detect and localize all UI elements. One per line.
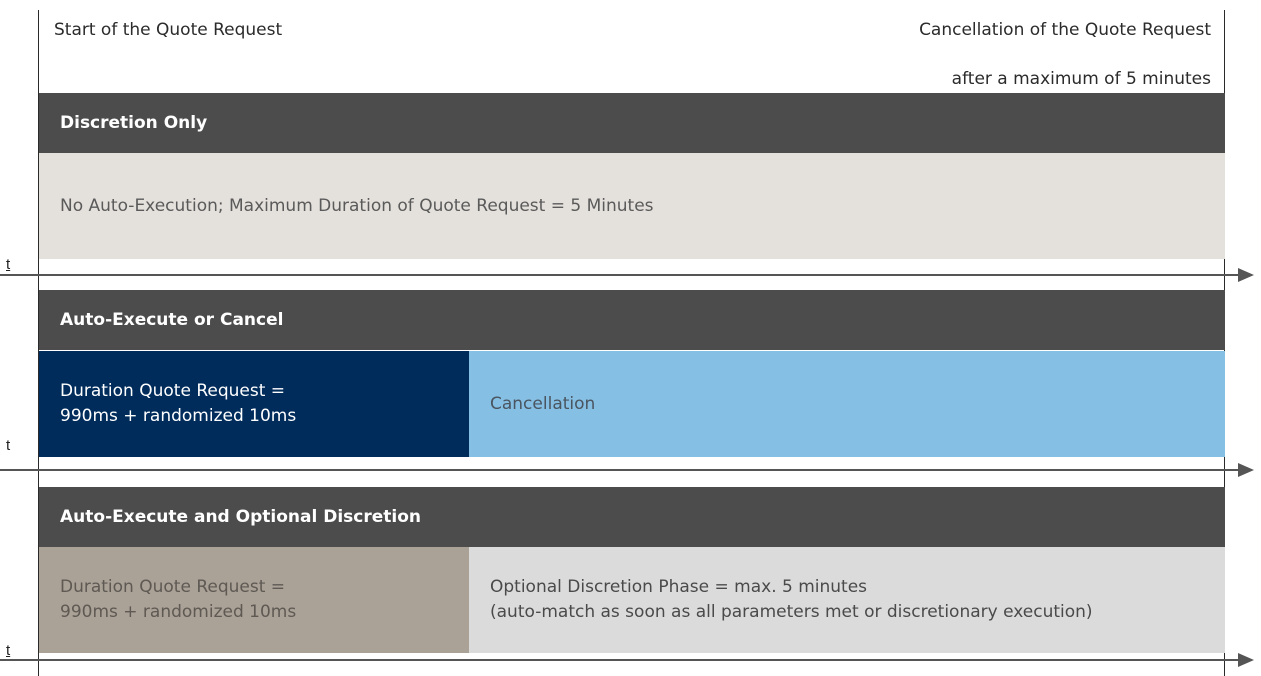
cancellation-block: Cancellation (469, 351, 1225, 457)
block-text-line: (auto-match as soon as all parameters me… (490, 602, 1093, 622)
time-axis-label: t (6, 437, 11, 454)
cancellation-caption: Cancellation of the Quote Request (919, 20, 1211, 40)
time-axis-line (0, 659, 1238, 661)
section-title: Discretion Only (60, 113, 208, 133)
block-text-line: Duration Quote Request = (60, 381, 286, 401)
section-title: Auto-Execute and Optional Discretion (60, 507, 422, 527)
cancellation-subcaption: after a maximum of 5 minutes (951, 69, 1211, 89)
auto-duration-block: Duration Quote Request = 990ms + randomi… (39, 351, 469, 457)
arrow-right-icon (1238, 268, 1254, 282)
arrow-right-icon (1238, 653, 1254, 667)
discretion-only-block: No Auto-Execution; Maximum Duration of Q… (39, 153, 1225, 259)
block-text-line: 990ms + randomized 10ms (60, 602, 297, 622)
block-text-line: Optional Discretion Phase = max. 5 minut… (490, 577, 868, 597)
block-text: Cancellation (490, 393, 596, 414)
time-axis (0, 653, 1254, 667)
arrow-right-icon (1238, 463, 1254, 477)
start-caption: Start of the Quote Request (54, 20, 283, 40)
section-header-auto-execute-optional-discretion: Auto-Execute and Optional Discretion (39, 487, 1225, 547)
time-axis (0, 463, 1254, 477)
section-header-auto-execute-or-cancel: Auto-Execute or Cancel (39, 290, 1225, 350)
time-axis (0, 268, 1254, 282)
time-axis-line (0, 469, 1238, 471)
block-text-line: 990ms + randomized 10ms (60, 406, 297, 426)
block-text: No Auto-Execution; Maximum Duration of Q… (60, 195, 654, 216)
optional-duration-block: Duration Quote Request = 990ms + randomi… (39, 547, 469, 653)
time-axis-line (0, 274, 1238, 276)
optional-discretion-phase-block: Optional Discretion Phase = max. 5 minut… (469, 547, 1225, 653)
block-text-line: Duration Quote Request = (60, 577, 286, 597)
section-title: Auto-Execute or Cancel (60, 310, 284, 330)
section-header-discretion-only: Discretion Only (39, 93, 1225, 153)
